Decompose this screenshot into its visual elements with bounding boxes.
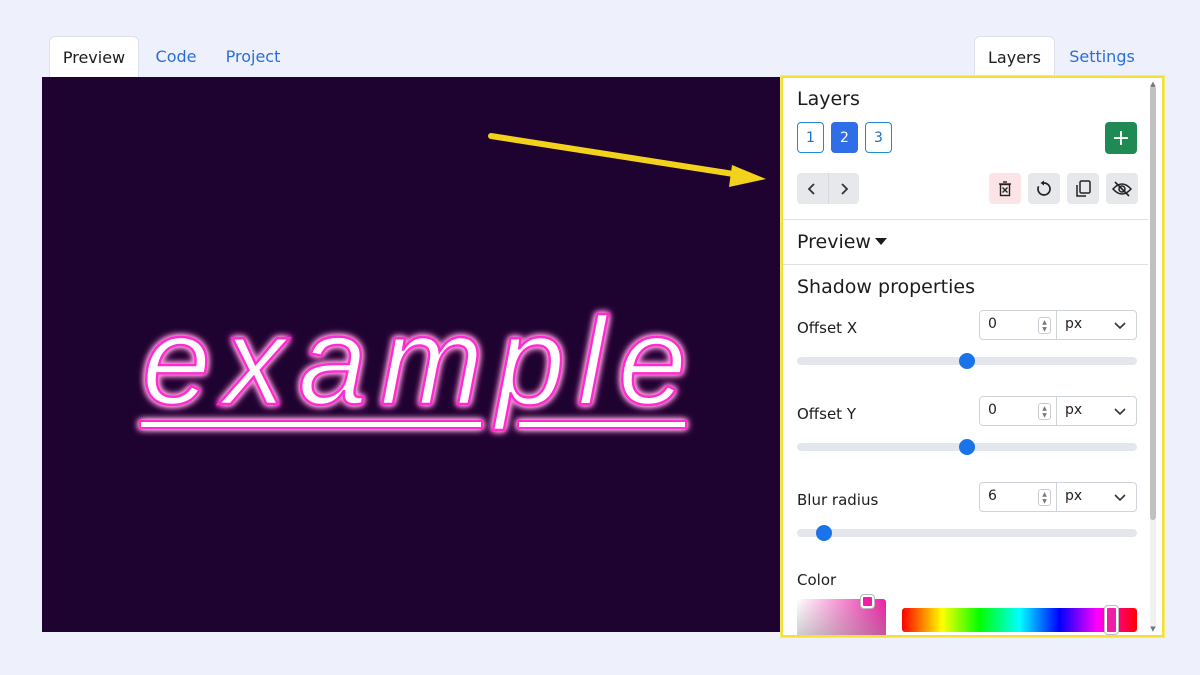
preview-section-toggle[interactable]: Preview bbox=[797, 231, 871, 253]
divider bbox=[783, 264, 1148, 265]
caret-down-icon[interactable] bbox=[875, 238, 887, 245]
offset-y-unit-select[interactable]: px bbox=[1056, 396, 1137, 426]
layers-heading: Layers bbox=[797, 88, 860, 110]
reset-icon bbox=[1037, 180, 1051, 196]
delete-layer-icon bbox=[999, 180, 1011, 196]
offset-y-slider[interactable] bbox=[797, 439, 1137, 455]
color-saturation-handle[interactable] bbox=[861, 595, 874, 608]
spinner-icon[interactable]: ▲ ▼ bbox=[1038, 489, 1051, 506]
offset-x-unit-select[interactable]: px bbox=[1056, 310, 1137, 340]
tab-project[interactable]: Project bbox=[214, 36, 292, 77]
example-text: example bbox=[142, 293, 687, 431]
layer-1-button[interactable]: 1 bbox=[797, 122, 824, 153]
scroll-up-arrow-icon[interactable]: ▲ bbox=[1150, 80, 1156, 88]
blur-radius-unit-select[interactable]: px bbox=[1056, 482, 1137, 512]
hue-slider[interactable] bbox=[902, 608, 1137, 632]
neon-text-preview: example bbox=[139, 292, 688, 432]
offset-y-input[interactable]: 0 ▲ ▼ bbox=[979, 396, 1057, 426]
layer-3-button[interactable]: 3 bbox=[865, 122, 892, 153]
delete-layer-button[interactable] bbox=[989, 173, 1021, 204]
duplicate-icon bbox=[1076, 179, 1091, 197]
tab-settings[interactable]: Settings bbox=[1062, 36, 1142, 77]
add-layer-button[interactable]: + bbox=[1105, 122, 1137, 154]
spinner-icon[interactable]: ▲ ▼ bbox=[1038, 317, 1051, 334]
divider bbox=[783, 219, 1148, 220]
scrollbar-thumb[interactable] bbox=[1150, 86, 1156, 520]
blur-radius-label: Blur radius bbox=[797, 491, 879, 509]
shadow-properties-heading: Shadow properties bbox=[797, 276, 975, 298]
chevron-left-icon bbox=[807, 182, 815, 195]
hide-icon bbox=[1112, 180, 1132, 197]
scroll-down-arrow-icon[interactable]: ▼ bbox=[1150, 625, 1156, 633]
offset-y-label: Offset Y bbox=[797, 405, 856, 423]
chevron-right-icon bbox=[841, 182, 849, 195]
blur-radius-slider[interactable] bbox=[797, 525, 1137, 541]
hue-slider-handle[interactable] bbox=[1105, 606, 1118, 634]
layer-2-button[interactable]: 2 bbox=[831, 122, 858, 153]
chevron-down-icon bbox=[1114, 322, 1126, 330]
layer-nav-group bbox=[797, 173, 859, 204]
duplicate-layer-button[interactable] bbox=[1067, 173, 1099, 204]
hide-layer-button[interactable] bbox=[1106, 173, 1138, 204]
offset-x-slider-thumb[interactable] bbox=[959, 353, 975, 369]
spinner-icon[interactable]: ▲ ▼ bbox=[1038, 403, 1051, 420]
offset-x-label: Offset X bbox=[797, 319, 858, 337]
reset-layer-button[interactable] bbox=[1028, 173, 1060, 204]
color-label: Color bbox=[797, 571, 837, 589]
offset-x-input[interactable]: 0 ▲ ▼ bbox=[979, 310, 1057, 340]
chevron-down-icon bbox=[1114, 494, 1126, 502]
tab-code[interactable]: Code bbox=[145, 36, 207, 77]
layers-panel: ▲ ▼ Layers 1 2 3 + Preview Shadow proper… bbox=[781, 76, 1164, 637]
prev-layer-button[interactable] bbox=[797, 173, 828, 204]
tab-layers[interactable]: Layers bbox=[974, 36, 1055, 77]
preview-canvas: example bbox=[42, 77, 782, 632]
blur-radius-input[interactable]: 6 ▲ ▼ bbox=[979, 482, 1057, 512]
next-layer-button[interactable] bbox=[827, 173, 860, 204]
chevron-down-icon bbox=[1114, 408, 1126, 416]
blur-radius-slider-thumb[interactable] bbox=[816, 525, 833, 541]
tab-preview[interactable]: Preview bbox=[49, 36, 139, 77]
offset-x-slider[interactable] bbox=[797, 353, 1137, 369]
offset-y-slider-thumb[interactable] bbox=[959, 439, 975, 455]
